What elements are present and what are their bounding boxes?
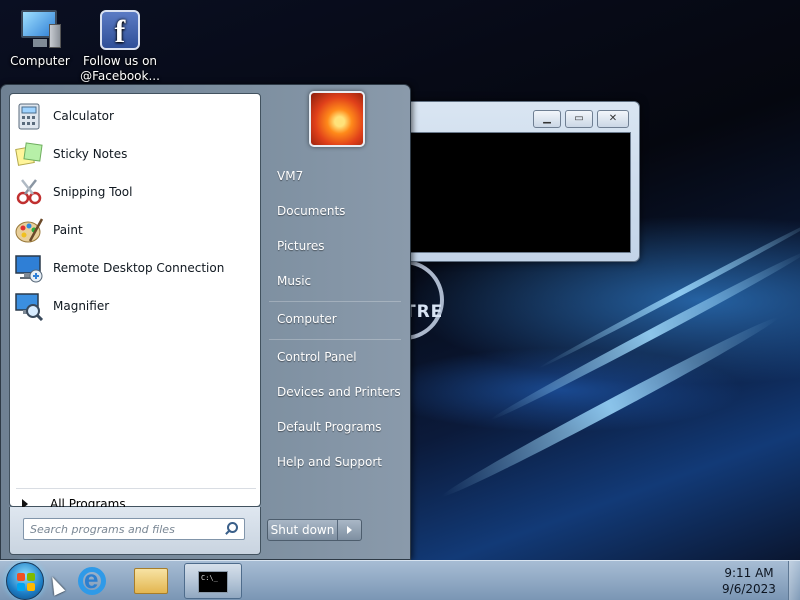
sticky-notes-icon: [14, 139, 44, 169]
start-link-help-support[interactable]: Help and Support: [269, 447, 403, 477]
program-label: Paint: [53, 223, 83, 237]
search-box[interactable]: [23, 518, 245, 540]
desktop-icon-facebook[interactable]: f Follow us on @Facebook...: [80, 0, 160, 84]
remote-desktop-icon: [14, 253, 44, 283]
separator: [269, 339, 401, 340]
taskbar-command-prompt[interactable]: C:\_: [184, 563, 242, 599]
start-link-default-programs[interactable]: Default Programs: [269, 412, 403, 442]
shutdown-control: Shut down: [267, 519, 362, 541]
clock-date: 9/6/2023: [722, 582, 776, 596]
program-label: Snipping Tool: [53, 185, 133, 199]
shutdown-options-arrow-icon[interactable]: [338, 520, 361, 540]
program-calculator[interactable]: Calculator: [14, 98, 258, 134]
program-remote-desktop[interactable]: Remote Desktop Connection: [14, 250, 258, 286]
console-body[interactable]: [405, 132, 631, 253]
search-input[interactable]: [24, 520, 224, 538]
internet-explorer-icon[interactable]: [78, 564, 106, 595]
start-search-area: [9, 507, 261, 555]
program-paint[interactable]: Paint: [14, 212, 258, 248]
separator: [269, 301, 401, 302]
system-clock[interactable]: 9:11 AM 9/6/2023: [710, 565, 788, 597]
program-sticky-notes[interactable]: Sticky Notes: [14, 136, 258, 172]
console-window[interactable]: ▁ ▭ ✕: [396, 101, 640, 262]
show-desktop-button[interactable]: [788, 561, 800, 600]
start-button[interactable]: [6, 562, 44, 600]
windows-flag-icon: [17, 573, 35, 591]
start-link-documents[interactable]: Documents: [269, 196, 403, 226]
program-magnifier[interactable]: Magnifier: [14, 288, 258, 324]
desktop-icon-computer[interactable]: Computer: [0, 2, 80, 69]
program-snipping-tool[interactable]: Snipping Tool: [14, 174, 258, 210]
program-label: Sticky Notes: [53, 147, 128, 161]
desktop-icon-label: Follow us on @Facebook...: [80, 54, 160, 83]
program-label: Calculator: [53, 109, 114, 123]
wallpaper-streak: [438, 311, 782, 503]
computer-icon: [19, 10, 61, 50]
start-menu: Calculator Sticky Notes Snipping Tool Pa…: [0, 84, 411, 560]
maximize-button[interactable]: ▭: [565, 110, 593, 128]
scissors-icon: [14, 177, 44, 207]
start-menu-programs-pane: Calculator Sticky Notes Snipping Tool Pa…: [9, 93, 261, 511]
magnifier-icon: [14, 291, 44, 322]
start-link-music[interactable]: Music: [269, 266, 403, 296]
shutdown-button[interactable]: Shut down: [268, 520, 338, 540]
calculator-icon: [14, 101, 44, 131]
paint-palette-icon: [14, 215, 44, 245]
minimize-button[interactable]: ▁: [533, 110, 561, 128]
search-icon[interactable]: [224, 522, 238, 536]
clock-time: 9:11 AM: [724, 566, 774, 580]
close-button[interactable]: ✕: [597, 110, 629, 128]
start-link-pictures[interactable]: Pictures: [269, 231, 403, 261]
program-label: Magnifier: [53, 299, 110, 313]
start-link-user[interactable]: VM7: [269, 161, 403, 191]
user-avatar[interactable]: [309, 91, 365, 147]
file-explorer-icon[interactable]: [134, 568, 168, 594]
start-link-devices-printers[interactable]: Devices and Printers: [269, 377, 403, 407]
start-link-computer[interactable]: Computer: [269, 304, 403, 334]
desktop-icon-label: Computer: [10, 54, 70, 68]
facebook-icon: f: [100, 10, 140, 50]
program-label: Remote Desktop Connection: [53, 261, 225, 275]
command-prompt-icon: C:\_: [198, 571, 228, 593]
taskbar: C:\_ 9:11 AM 9/6/2023: [0, 560, 800, 600]
start-link-control-panel[interactable]: Control Panel: [269, 342, 403, 372]
